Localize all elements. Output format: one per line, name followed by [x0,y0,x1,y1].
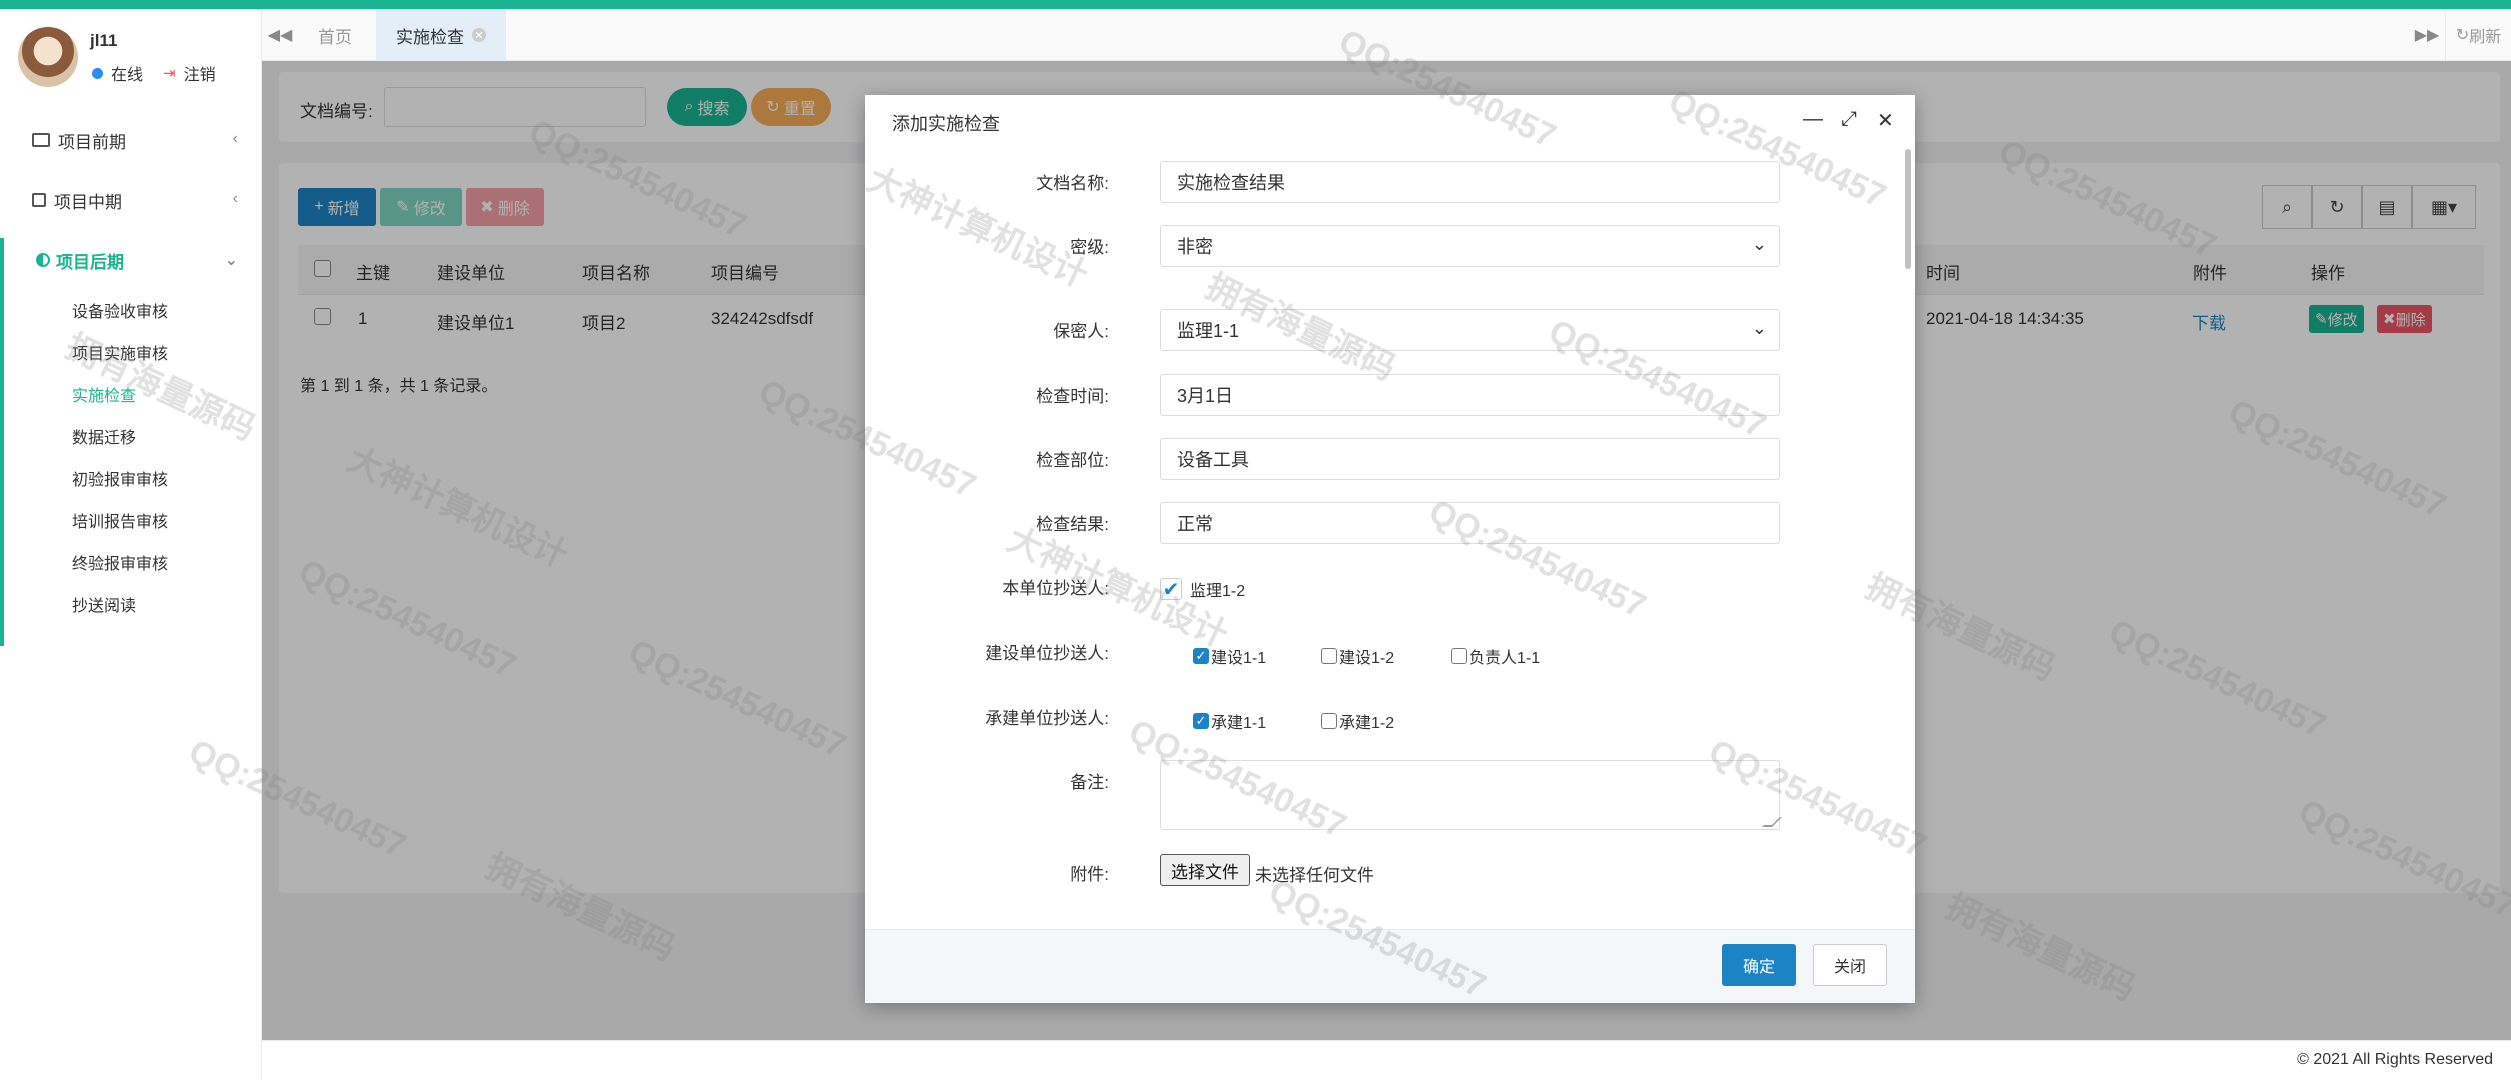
tab-label: 实施检查 [396,27,464,47]
copyright: © 2021 All Rights Reserved [2297,1051,2493,1068]
chevron-down-icon: ⌄ [1751,318,1767,338]
cc-own-label: 本单位抄送人: [1002,579,1109,598]
user-profile: jl11 在线 ⇥ 注销 [18,27,258,99]
checkbox-empty-icon [1321,713,1337,729]
checkbox-label: 承建1-2 [1339,715,1395,732]
checkbox-empty-icon [1321,648,1337,664]
tab-home[interactable]: 首页 [298,9,372,61]
close-tab-icon[interactable]: ✕ [472,28,486,42]
refresh-label: 刷新 [2469,29,2502,46]
document-icon [32,193,46,207]
sidebar-item-implementation-review[interactable]: 项目实施审核 [72,340,168,364]
sidebar-group-early[interactable]: 项目前期 ‹ [0,118,262,162]
top-accent-stripe [0,0,2511,9]
sidebar-item-implementation-check[interactable]: 实施检查 [72,382,136,406]
active-group-indicator [0,239,4,646]
sidebar-item-cc-reading[interactable]: 抄送阅读 [72,592,136,616]
secret-keeper-value: 监理1-1 [1177,321,1240,341]
cc-contract-label: 承建单位抄送人: [985,709,1109,728]
add-check-dialog: 添加实施检查 — ⤢ ✕ 文档名称: 实施检查结果 密级: 非密 ⌄ 保密人: … [865,95,1915,1003]
cc-build-checkbox-1[interactable]: ✓ 建设1-1 [1193,644,1266,668]
id-card-icon [32,133,50,147]
online-dot-icon [92,67,103,79]
cc-build-checkbox-2[interactable]: 建设1-2 [1321,644,1394,668]
pie-chart-icon [36,253,50,267]
sidebar-group-late[interactable]: 项目后期 ⌄ [0,238,262,282]
footer: © 2021 All Rights Reserved [262,1040,2511,1080]
doc-name-label: 文档名称: [1036,174,1109,193]
chevron-down-icon: ⌄ [224,252,238,269]
close-button[interactable]: 关闭 [1813,944,1887,986]
chevron-left-icon: ‹ [232,130,238,147]
sidebar-item-training-report[interactable]: 培训报告审核 [72,508,168,532]
checkbox-label: 负责人1-1 [1469,650,1541,667]
chevron-left-icon: ‹ [232,190,238,207]
cc-build-checkbox-3[interactable]: 负责人1-1 [1451,644,1540,668]
confirm-button[interactable]: 确定 [1722,944,1796,986]
cc-own-checkbox[interactable]: ✔ 监理1-2 [1160,577,1245,601]
logout-icon[interactable]: ⇥ [163,64,176,82]
sidebar-group-label: 项目中期 [54,192,122,212]
cc-build-label: 建设单位抄送人: [985,644,1109,663]
level-select[interactable]: 非密 ⌄ [1160,225,1780,267]
dialog-title: 添加实施检查 [892,114,1000,134]
no-file-text: 未选择任何文件 [1255,866,1374,885]
choose-file-button[interactable]: 选择文件 [1160,854,1250,886]
tabs-scroll-left-icon[interactable]: ◀◀ [262,9,298,61]
sidebar-item-data-migration[interactable]: 数据迁移 [72,424,136,448]
cc-contract-checkbox-1[interactable]: ✓ 承建1-1 [1193,709,1266,733]
user-status: 在线 ⇥ 注销 [92,61,216,85]
sidebar-item-equipment-review[interactable]: 设备验收审核 [72,298,168,322]
online-label: 在线 [111,67,144,84]
remark-textarea[interactable] [1160,760,1780,830]
refresh-button[interactable]: ↻ 刷新 [2445,9,2511,61]
maximize-icon[interactable]: ⤢ [1841,108,1857,131]
dialog-footer: 确定 关闭 [865,929,1915,1003]
sidebar-group-label: 项目后期 [56,252,124,272]
level-select-value: 非密 [1177,237,1213,257]
logout-link[interactable]: 注销 [184,61,216,85]
check-icon: ✔ [1160,578,1182,601]
sidebar-group-label: 项目前期 [58,132,126,152]
sidebar-item-final-acceptance[interactable]: 终验报审审核 [72,550,168,574]
check-part-input[interactable]: 设备工具 [1160,438,1780,480]
dialog-body: 文档名称: 实施检查结果 密级: 非密 ⌄ 保密人: 监理1-1 ⌄ 检查时间:… [865,149,1915,929]
check-icon: ✓ [1193,713,1209,729]
checkbox-label: 建设1-2 [1339,650,1395,667]
attachment-label: 附件: [1070,865,1109,884]
level-label: 密级: [1070,238,1109,257]
avatar[interactable] [18,27,78,87]
secret-keeper-select[interactable]: 监理1-1 ⌄ [1160,309,1780,351]
doc-name-input[interactable]: 实施检查结果 [1160,161,1780,203]
minimize-icon[interactable]: — [1803,108,1823,131]
close-icon[interactable]: ✕ [1877,108,1894,133]
secret-keeper-label: 保密人: [1053,322,1109,341]
check-result-label: 检查结果: [1036,515,1109,534]
chevron-down-icon: ⌄ [1751,234,1767,254]
cc-own-option-label: 监理1-2 [1190,583,1246,600]
tab-implementation-check[interactable]: 实施检查 ✕ [376,9,506,61]
sidebar-group-mid[interactable]: 项目中期 ‹ [0,178,262,222]
check-time-label: 检查时间: [1036,387,1109,406]
tabs-scroll-right-icon[interactable]: ▶▶ [2409,9,2445,61]
tab-label: 首页 [318,27,352,47]
checkbox-label: 建设1-1 [1211,650,1267,667]
checkbox-empty-icon [1451,648,1467,664]
sidebar: jl11 在线 ⇥ 注销 项目前期 ‹ 项目中期 ‹ 项目后期 ⌄ 设备验收审核… [0,9,262,1080]
check-result-input[interactable]: 正常 [1160,502,1780,544]
check-part-label: 检查部位: [1036,451,1109,470]
cc-contract-checkbox-2[interactable]: 承建1-2 [1321,709,1394,733]
checkbox-label: 承建1-1 [1211,715,1267,732]
remark-label: 备注: [1070,773,1109,792]
sidebar-item-initial-acceptance[interactable]: 初验报审审核 [72,466,168,490]
tabs-bar: ◀◀ 首页 实施检查 ✕ ▶▶ ↻ 刷新 [262,9,2511,61]
refresh-icon: ↻ [2455,27,2470,44]
user-name: jl11 [90,31,118,50]
check-icon: ✓ [1193,648,1209,664]
check-time-input[interactable]: 3月1日 [1160,374,1780,416]
